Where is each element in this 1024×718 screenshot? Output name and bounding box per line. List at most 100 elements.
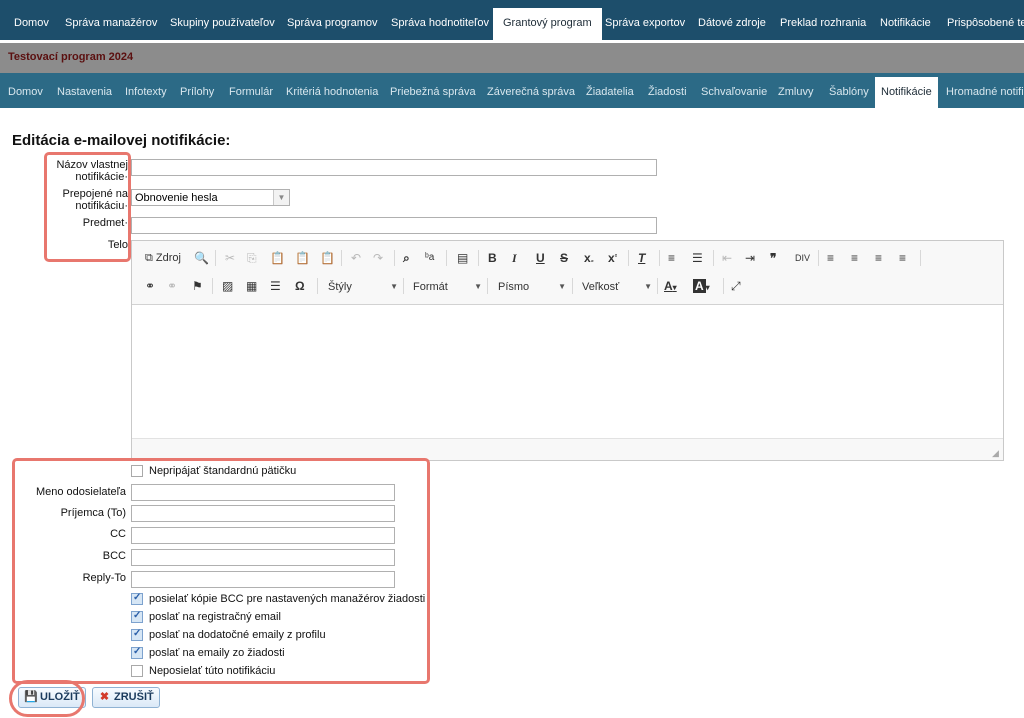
to-input[interactable] — [131, 505, 395, 522]
nav-grantovy-program[interactable]: Grantový program — [493, 8, 602, 40]
indent-icon[interactable]: ⇥ — [745, 249, 755, 267]
size-dropdown[interactable]: Veľkosť ▼ — [582, 278, 652, 296]
nav-sprava-exportov[interactable]: Správa exportov — [595, 8, 695, 40]
toolbar-separator — [657, 278, 658, 294]
chevron-down-icon: ▼ — [390, 282, 398, 291]
superscript-icon[interactable]: x² — [608, 249, 617, 267]
underline-icon[interactable]: U — [536, 249, 545, 267]
subnav-ziadosti[interactable]: Žiadosti — [642, 77, 693, 108]
application-emails-checkbox[interactable] — [131, 646, 143, 659]
no-footer-checkbox[interactable] — [131, 465, 143, 477]
subnav-schvalovanie[interactable]: Schvaľovanie — [695, 77, 773, 108]
toolbar-separator — [572, 278, 573, 294]
styles-dropdown[interactable]: Štýly ▼ — [328, 278, 398, 296]
unlink-icon[interactable]: ⚭ — [167, 277, 177, 295]
format-dropdown[interactable]: Formát ▼ — [413, 278, 482, 296]
find-icon[interactable]: ⌕ — [403, 249, 410, 267]
linked-notification-value: Obnovenie hesla — [135, 192, 218, 204]
blockquote-icon[interactable]: ❞ — [770, 249, 776, 267]
subnav-kriteria-hodnotenia[interactable]: Kritériá hodnotenia — [280, 77, 384, 108]
copy-icon[interactable]: ⎘ — [247, 249, 257, 267]
do-not-send-checkbox[interactable] — [131, 665, 143, 677]
nav-datove-zdroje[interactable]: Dátové zdroje — [688, 8, 776, 40]
resize-handle-icon[interactable]: ◢ — [992, 449, 1000, 458]
background-color-icon[interactable]: A ▾ — [693, 277, 710, 295]
source-button[interactable]: ⧉ Zdroj — [145, 249, 181, 267]
font-label: Písmo — [498, 281, 530, 293]
subscript-icon[interactable]: x₂ — [584, 249, 594, 267]
preview-icon[interactable]: 🔍 — [194, 249, 209, 267]
outdent-icon[interactable]: ⇤ — [722, 249, 732, 267]
image-icon[interactable]: ▨ — [222, 277, 233, 295]
cc-input[interactable] — [131, 527, 395, 544]
paste-text-icon[interactable]: 📋 — [295, 249, 310, 267]
subnav-formular[interactable]: Formulár — [223, 77, 279, 108]
remove-format-icon[interactable]: T — [638, 249, 645, 267]
link-icon[interactable]: ⚭ — [145, 277, 155, 295]
linked-notification-select[interactable]: Obnovenie hesla ▼ — [131, 189, 290, 206]
close-icon: ✖ — [99, 691, 110, 703]
nav-preklad-rozhrania[interactable]: Preklad rozhrania — [770, 8, 876, 40]
special-char-icon[interactable]: Ω — [295, 277, 305, 295]
size-label: Veľkosť — [582, 281, 620, 293]
table-icon[interactable]: ▦ — [246, 277, 257, 295]
paste-icon[interactable]: 📋 — [270, 249, 285, 267]
subnav-zmluvy[interactable]: Zmluvy — [772, 77, 819, 108]
italic-icon[interactable]: I — [512, 249, 517, 267]
align-right-icon[interactable]: ≡ — [875, 249, 882, 267]
font-dropdown[interactable]: Písmo ▼ — [498, 278, 566, 296]
subnav-ziadatelia[interactable]: Žiadatelia — [580, 77, 640, 108]
bold-icon[interactable]: B — [488, 249, 497, 267]
reply-to-input[interactable] — [131, 571, 395, 588]
toolbar-separator — [628, 250, 629, 266]
subnav-domov[interactable]: Domov — [2, 77, 49, 108]
subnav-zaverecna-sprava[interactable]: Záverečná správa — [481, 77, 581, 108]
subnav-notifikacie[interactable]: Notifikácie — [875, 77, 938, 108]
subnav-priebezna-sprava[interactable]: Priebežná správa — [384, 77, 482, 108]
registration-email-checkbox[interactable] — [131, 610, 143, 623]
profile-emails-checkbox[interactable] — [131, 628, 143, 641]
select-all-icon[interactable]: ▤ — [457, 249, 468, 267]
justify-icon[interactable]: ≡ — [899, 249, 906, 267]
bcc-input[interactable] — [131, 549, 395, 566]
subnav-prilohy[interactable]: Prílohy — [174, 77, 220, 108]
sender-name-input[interactable] — [131, 484, 395, 501]
horizontal-line-icon[interactable]: ☰ — [270, 277, 281, 295]
subject-input[interactable] — [131, 217, 657, 234]
anchor-flag-icon[interactable]: ⚑ — [192, 277, 203, 295]
chevron-down-icon[interactable]: ▼ — [273, 190, 289, 205]
create-div-icon[interactable]: DIV — [795, 249, 810, 267]
save-button[interactable]: 💾 ULOŽIŤ — [18, 687, 86, 708]
cut-icon[interactable]: ✂ — [225, 249, 235, 267]
bulleted-list-icon[interactable]: ☰ — [692, 249, 703, 267]
undo-icon[interactable]: ↶ — [351, 249, 361, 267]
strikethrough-icon[interactable]: S — [560, 249, 568, 267]
subnav-infotexty[interactable]: Infotexty — [119, 77, 173, 108]
subnav-hromadne-notifikacie[interactable]: Hromadné notifi — [940, 77, 1024, 108]
paste-word-icon[interactable]: 📋 — [320, 249, 335, 267]
subnav-sablony[interactable]: Šablóny — [823, 77, 875, 108]
maximize-icon[interactable]: ⤢ — [731, 277, 741, 295]
name-input[interactable] — [131, 159, 657, 176]
nav-sprava-hodnotitelov[interactable]: Správa hodnotiteľov — [381, 8, 499, 40]
subnav-nastavenia[interactable]: Nastavenia — [51, 77, 118, 108]
nav-prisposobene-texty[interactable]: Prispôsobené tex — [937, 8, 1024, 40]
numbered-list-icon[interactable]: ≡ — [668, 249, 675, 267]
nav-sprava-programov[interactable]: Správa programov — [277, 8, 388, 40]
align-left-icon[interactable]: ≡ — [827, 249, 834, 267]
text-color-icon[interactable]: A▾ — [664, 277, 677, 295]
redo-icon[interactable]: ↷ — [373, 249, 383, 267]
nav-notifikacie[interactable]: Notifikácie — [870, 8, 941, 40]
linked-field-label-line1: Prepojené na — [62, 188, 128, 200]
toolbar-separator — [487, 278, 488, 294]
linked-field-label-line2: notifikáciu — [75, 200, 125, 212]
editor-content-area[interactable] — [132, 305, 1003, 438]
replace-icon[interactable]: ᵇa — [425, 249, 434, 267]
nav-skupiny-pouzivatelov[interactable]: Skupiny používateľov — [160, 8, 285, 40]
cancel-button[interactable]: ✖ ZRUŠIŤ — [92, 687, 160, 708]
linked-field-label: Prepojené na notifikáciu· — [40, 188, 128, 212]
bcc-managers-checkbox[interactable] — [131, 592, 143, 605]
align-center-icon[interactable]: ≡ — [851, 249, 858, 267]
nav-domov[interactable]: Domov — [4, 8, 59, 40]
nav-sprava-manazerov[interactable]: Správa manažérov — [55, 8, 167, 40]
